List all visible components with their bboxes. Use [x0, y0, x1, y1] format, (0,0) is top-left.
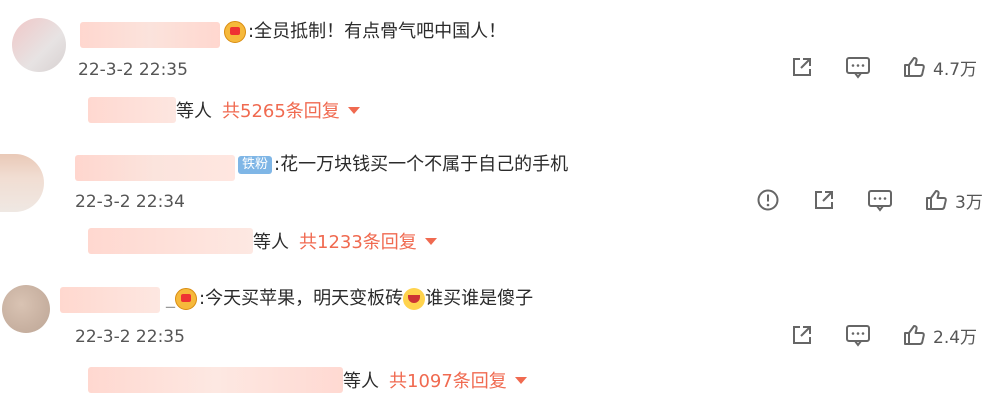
reply-users-blurred: [88, 228, 253, 254]
report-icon[interactable]: [755, 187, 781, 213]
comment-actions: 2.4万: [789, 322, 977, 348]
reply-count: 共1097条回复: [389, 371, 507, 392]
chevron-down-icon: [347, 106, 360, 114]
like-count: 4.7万: [933, 59, 978, 80]
reply-summary[interactable]: 等人 共5265条回复: [88, 97, 360, 123]
reply-summary[interactable]: 等人 共1097条回复: [88, 367, 527, 393]
comment-icon[interactable]: [845, 322, 871, 348]
comment-icon[interactable]: [845, 54, 871, 80]
comment-text: 铁粉:花一万块钱买一个不属于自己的手机: [238, 154, 568, 176]
reply-count: 共5265条回复: [222, 101, 340, 122]
like-count: 2.4万: [933, 327, 978, 348]
comment-2: 铁粉:花一万块钱买一个不属于自己的手机 22-3-2 22:34 3万 等人 共…: [0, 140, 1000, 270]
reply-suffix: 等人: [176, 101, 212, 122]
fan-badge-icon: [175, 288, 197, 310]
reply-users-blurred: [88, 367, 343, 393]
thumbs-up-icon: [923, 187, 949, 213]
avatar[interactable]: [12, 18, 66, 72]
reply-suffix: 等人: [253, 232, 289, 253]
comment-text: _:今天买苹果，明天变板砖 谁买谁是傻子: [166, 288, 534, 310]
username-blurred[interactable]: [75, 155, 235, 181]
share-icon[interactable]: [789, 54, 815, 80]
like-button[interactable]: 3万: [923, 187, 983, 213]
avatar[interactable]: [0, 154, 44, 212]
username-blurred[interactable]: [80, 22, 220, 48]
share-icon[interactable]: [811, 187, 837, 213]
fan-badge-icon: [224, 21, 246, 43]
avatar[interactable]: [2, 285, 50, 333]
comment-time: 22-3-2 22:35: [75, 327, 185, 347]
reply-suffix: 等人: [343, 371, 379, 392]
iron-fan-badge: 铁粉: [238, 156, 273, 174]
comment-actions: 4.7万: [789, 54, 977, 80]
comment-icon[interactable]: [867, 187, 893, 213]
comment-actions: 3万: [755, 187, 983, 213]
comment-time: 22-3-2 22:34: [75, 192, 185, 212]
like-button[interactable]: 2.4万: [901, 322, 977, 348]
reply-users-blurred: [88, 97, 176, 123]
reply-count: 共1233条回复: [299, 232, 417, 253]
share-icon[interactable]: [789, 322, 815, 348]
chevron-down-icon: [514, 376, 527, 384]
like-button[interactable]: 4.7万: [901, 54, 977, 80]
username-blurred[interactable]: [60, 287, 160, 313]
thumbs-up-icon: [901, 54, 927, 80]
reply-summary[interactable]: 等人 共1233条回复: [88, 228, 437, 254]
comment-3: _:今天买苹果，明天变板砖 谁买谁是傻子 22-3-2 22:35 2.4万 等人…: [0, 270, 1000, 413]
comment-time: 22-3-2 22:35: [78, 60, 188, 80]
thumbs-up-icon: [901, 322, 927, 348]
like-count: 3万: [955, 192, 983, 213]
chevron-down-icon: [424, 237, 437, 245]
comment-1: :全员抵制！有点骨气吧中国人！ 22-3-2 22:35 4.7万 等人 共52…: [0, 0, 1000, 140]
comment-text: :全员抵制！有点骨气吧中国人！: [224, 21, 506, 43]
crying-face-icon: [403, 288, 426, 310]
